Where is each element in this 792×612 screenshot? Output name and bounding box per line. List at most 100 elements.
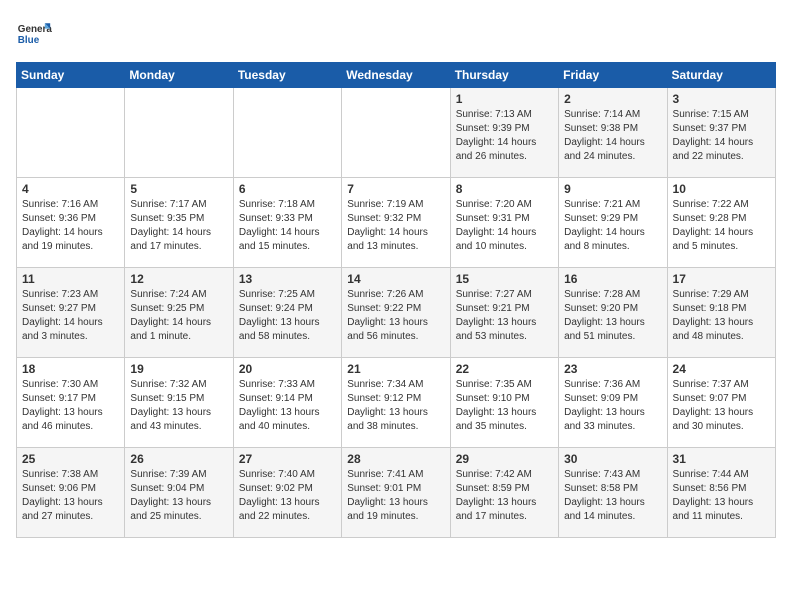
calendar-cell: 14 Sunrise: 7:26 AM Sunset: 9:22 PM Dayli… <box>342 268 450 358</box>
day-number: 28 <box>347 452 444 466</box>
column-header-wednesday: Wednesday <box>342 63 450 88</box>
day-number: 17 <box>673 272 770 286</box>
calendar-week-row: 25Sunrise: 7:38 AM Sunset: 9:06 PM Dayli… <box>17 448 776 538</box>
day-detail: Sunrise: 7:39 AM Sunset: 9:04 PM Dayligh… <box>130 468 227 524</box>
calendar-cell: 9 Sunrise: 7:21 AM Sunset: 9:29 PM Daylig… <box>559 178 667 268</box>
day-detail: Sunrise: 7:26 AM Sunset: 9:22 PM Dayligh… <box>347 288 444 344</box>
calendar-cell: 12Sunrise: 7:24 AM Sunset: 9:25 PM Dayli… <box>125 268 233 358</box>
calendar-cell: 1 Sunrise: 7:13 AM Sunset: 9:39 PM Daylig… <box>450 88 558 178</box>
day-detail: Sunrise: 7:19 AM Sunset: 9:32 PM Dayligh… <box>347 198 444 254</box>
day-detail: Sunrise: 7:35 AM Sunset: 9:10 PM Dayligh… <box>456 378 553 434</box>
day-detail: Sunrise: 7:44 AM Sunset: 8:56 PM Dayligh… <box>673 468 770 524</box>
day-detail: Sunrise: 7:20 AM Sunset: 9:31 PM Dayligh… <box>456 198 553 254</box>
day-detail: Sunrise: 7:37 AM Sunset: 9:07 PM Dayligh… <box>673 378 770 434</box>
calendar-week-row: 1 Sunrise: 7:13 AM Sunset: 9:39 PM Daylig… <box>17 88 776 178</box>
calendar-cell: 28 Sunrise: 7:41 AM Sunset: 9:01 PM Dayli… <box>342 448 450 538</box>
day-number: 30 <box>564 452 661 466</box>
calendar-cell: 21 Sunrise: 7:34 AM Sunset: 9:12 PM Dayli… <box>342 358 450 448</box>
day-number: 4 <box>22 182 119 196</box>
day-number: 23 <box>564 362 661 376</box>
day-number: 20 <box>239 362 336 376</box>
calendar-cell: 25Sunrise: 7:38 AM Sunset: 9:06 PM Dayli… <box>17 448 125 538</box>
day-number: 8 <box>456 182 553 196</box>
calendar-cell: 23 Sunrise: 7:36 AM Sunset: 9:09 PM Dayli… <box>559 358 667 448</box>
day-number: 9 <box>564 182 661 196</box>
day-number: 5 <box>130 182 227 196</box>
column-header-sunday: Sunday <box>17 63 125 88</box>
day-detail: Sunrise: 7:22 AM Sunset: 9:28 PM Dayligh… <box>673 198 770 254</box>
day-number: 27 <box>239 452 336 466</box>
calendar-cell: 4 Sunrise: 7:16 AM Sunset: 9:36 PM Daylig… <box>17 178 125 268</box>
calendar-cell <box>17 88 125 178</box>
calendar-cell: 5 Sunrise: 7:17 AM Sunset: 9:35 PM Daylig… <box>125 178 233 268</box>
column-header-friday: Friday <box>559 63 667 88</box>
calendar-cell: 24 Sunrise: 7:37 AM Sunset: 9:07 PM Dayli… <box>667 358 775 448</box>
day-number: 14 <box>347 272 444 286</box>
day-detail: Sunrise: 7:18 AM Sunset: 9:33 PM Dayligh… <box>239 198 336 254</box>
svg-text:Blue: Blue <box>18 35 40 46</box>
calendar-cell: 13Sunrise: 7:25 AM Sunset: 9:24 PM Dayli… <box>233 268 341 358</box>
day-detail: Sunrise: 7:30 AM Sunset: 9:17 PM Dayligh… <box>22 378 119 434</box>
column-header-monday: Monday <box>125 63 233 88</box>
day-number: 19 <box>130 362 227 376</box>
day-detail: Sunrise: 7:29 AM Sunset: 9:18 PM Dayligh… <box>673 288 770 344</box>
calendar-cell: 7Sunrise: 7:19 AM Sunset: 9:32 PM Daylig… <box>342 178 450 268</box>
calendar-cell: 29Sunrise: 7:42 AM Sunset: 8:59 PM Dayli… <box>450 448 558 538</box>
logo-icon: General Blue <box>16 16 52 52</box>
day-number: 6 <box>239 182 336 196</box>
calendar-cell <box>125 88 233 178</box>
day-detail: Sunrise: 7:23 AM Sunset: 9:27 PM Dayligh… <box>22 288 119 344</box>
day-detail: Sunrise: 7:34 AM Sunset: 9:12 PM Dayligh… <box>347 378 444 434</box>
calendar-cell: 17 Sunrise: 7:29 AM Sunset: 9:18 PM Dayli… <box>667 268 775 358</box>
day-detail: Sunrise: 7:25 AM Sunset: 9:24 PM Dayligh… <box>239 288 336 344</box>
day-detail: Sunrise: 7:36 AM Sunset: 9:09 PM Dayligh… <box>564 378 661 434</box>
day-detail: Sunrise: 7:32 AM Sunset: 9:15 PM Dayligh… <box>130 378 227 434</box>
day-detail: Sunrise: 7:13 AM Sunset: 9:39 PM Dayligh… <box>456 108 553 164</box>
calendar-cell: 30Sunrise: 7:43 AM Sunset: 8:58 PM Dayli… <box>559 448 667 538</box>
calendar-cell: 31 Sunrise: 7:44 AM Sunset: 8:56 PM Dayli… <box>667 448 775 538</box>
calendar-cell: 26 Sunrise: 7:39 AM Sunset: 9:04 PM Dayli… <box>125 448 233 538</box>
page-header: General Blue <box>16 16 776 52</box>
day-number: 11 <box>22 272 119 286</box>
day-number: 10 <box>673 182 770 196</box>
day-number: 2 <box>564 92 661 106</box>
day-detail: Sunrise: 7:14 AM Sunset: 9:38 PM Dayligh… <box>564 108 661 164</box>
calendar-cell <box>342 88 450 178</box>
day-detail: Sunrise: 7:41 AM Sunset: 9:01 PM Dayligh… <box>347 468 444 524</box>
calendar-cell: 20 Sunrise: 7:33 AM Sunset: 9:14 PM Dayli… <box>233 358 341 448</box>
day-detail: Sunrise: 7:33 AM Sunset: 9:14 PM Dayligh… <box>239 378 336 434</box>
column-header-tuesday: Tuesday <box>233 63 341 88</box>
day-number: 26 <box>130 452 227 466</box>
calendar-week-row: 18 Sunrise: 7:30 AM Sunset: 9:17 PM Dayli… <box>17 358 776 448</box>
day-number: 31 <box>673 452 770 466</box>
column-header-saturday: Saturday <box>667 63 775 88</box>
day-number: 25 <box>22 452 119 466</box>
logo: General Blue <box>16 16 52 52</box>
day-number: 1 <box>456 92 553 106</box>
calendar-cell: 10 Sunrise: 7:22 AM Sunset: 9:28 PM Dayli… <box>667 178 775 268</box>
day-detail: Sunrise: 7:21 AM Sunset: 9:29 PM Dayligh… <box>564 198 661 254</box>
day-detail: Sunrise: 7:16 AM Sunset: 9:36 PM Dayligh… <box>22 198 119 254</box>
day-number: 16 <box>564 272 661 286</box>
calendar-cell: 19 Sunrise: 7:32 AM Sunset: 9:15 PM Dayli… <box>125 358 233 448</box>
calendar-cell: 22Sunrise: 7:35 AM Sunset: 9:10 PM Dayli… <box>450 358 558 448</box>
calendar-cell: 2 Sunrise: 7:14 AM Sunset: 9:38 PM Daylig… <box>559 88 667 178</box>
calendar-cell: 11 Sunrise: 7:23 AM Sunset: 9:27 PM Dayli… <box>17 268 125 358</box>
calendar-cell: 27Sunrise: 7:40 AM Sunset: 9:02 PM Dayli… <box>233 448 341 538</box>
day-number: 24 <box>673 362 770 376</box>
calendar-cell <box>233 88 341 178</box>
day-detail: Sunrise: 7:24 AM Sunset: 9:25 PM Dayligh… <box>130 288 227 344</box>
day-detail: Sunrise: 7:28 AM Sunset: 9:20 PM Dayligh… <box>564 288 661 344</box>
calendar-cell: 15Sunrise: 7:27 AM Sunset: 9:21 PM Dayli… <box>450 268 558 358</box>
calendar-table: SundayMondayTuesdayWednesdayThursdayFrid… <box>16 62 776 538</box>
calendar-week-row: 4 Sunrise: 7:16 AM Sunset: 9:36 PM Daylig… <box>17 178 776 268</box>
calendar-cell: 8 Sunrise: 7:20 AM Sunset: 9:31 PM Daylig… <box>450 178 558 268</box>
day-number: 15 <box>456 272 553 286</box>
day-number: 21 <box>347 362 444 376</box>
day-detail: Sunrise: 7:17 AM Sunset: 9:35 PM Dayligh… <box>130 198 227 254</box>
calendar-header-row: SundayMondayTuesdayWednesdayThursdayFrid… <box>17 63 776 88</box>
calendar-cell: 18 Sunrise: 7:30 AM Sunset: 9:17 PM Dayli… <box>17 358 125 448</box>
day-detail: Sunrise: 7:15 AM Sunset: 9:37 PM Dayligh… <box>673 108 770 164</box>
day-number: 18 <box>22 362 119 376</box>
day-number: 29 <box>456 452 553 466</box>
